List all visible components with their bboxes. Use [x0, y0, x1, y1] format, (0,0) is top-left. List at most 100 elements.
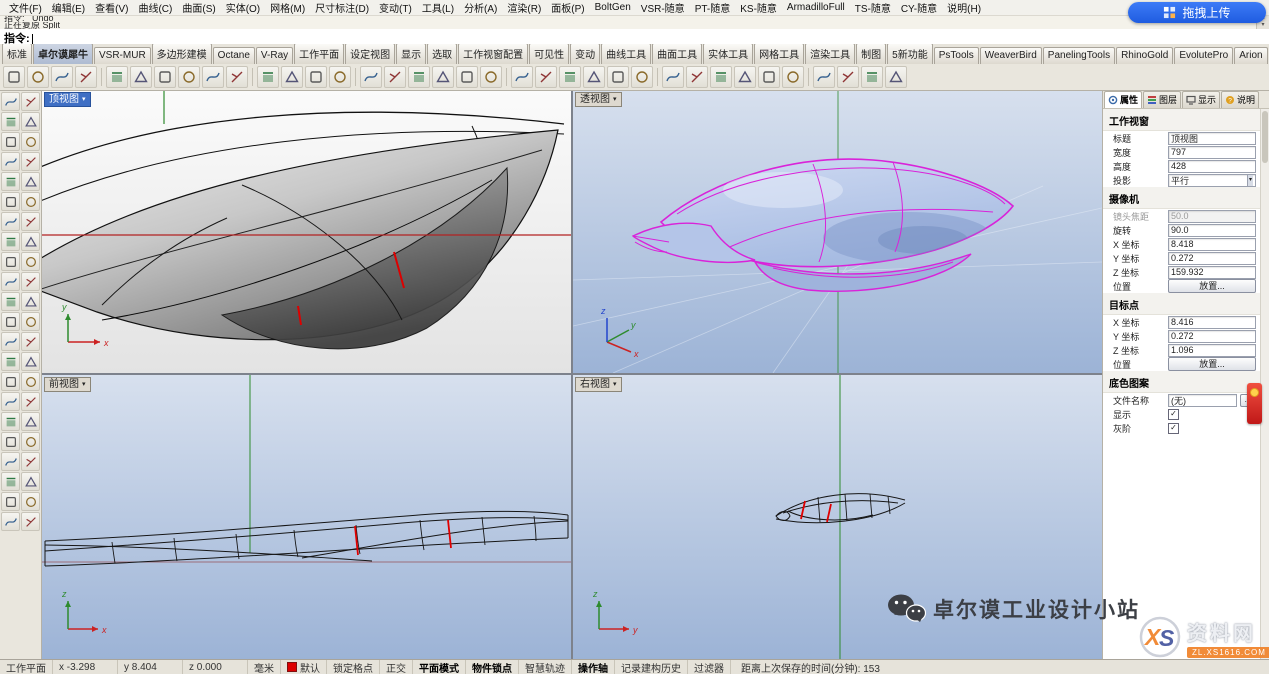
open-file-icon[interactable] — [27, 66, 49, 88]
menu-item[interactable]: 查看(V) — [90, 0, 133, 15]
menu-item[interactable]: PT-随意 — [690, 0, 736, 15]
toolbar-tab[interactable]: VSR-MUR — [94, 47, 151, 64]
menu-item[interactable]: 尺寸标注(D) — [310, 0, 374, 15]
viewport-label-perspective[interactable]: 透视图▾ — [575, 92, 622, 107]
viewport-perspective[interactable]: 透视图▾ — [573, 90, 1102, 373]
print-icon[interactable] — [75, 66, 97, 88]
viewport-label-top[interactable]: 顶视图▾ — [44, 92, 91, 107]
menu-item[interactable]: KS-随意 — [735, 0, 782, 15]
trim-tool-icon[interactable] — [21, 332, 40, 351]
toolbar-tab[interactable]: 工作平面 — [294, 44, 344, 64]
mirror-tool-icon[interactable] — [21, 412, 40, 431]
fillet-surface-icon[interactable] — [1, 312, 20, 331]
boolean-difference-icon[interactable] — [21, 452, 40, 471]
status-toggle[interactable]: 物件锁点 — [466, 660, 519, 674]
status-toggle[interactable]: 记录建构历史 — [615, 660, 688, 674]
control-point-curve-icon[interactable] — [1, 152, 20, 171]
paste-icon[interactable] — [154, 66, 176, 88]
toolbar-tab[interactable]: 渲染工具 — [805, 44, 855, 64]
orient-icon[interactable] — [21, 432, 40, 451]
toolbar-tab[interactable]: Arion — [1234, 47, 1267, 64]
status-toggle[interactable]: 锁定格点 — [327, 660, 380, 674]
toolbar-tab[interactable]: RhinoGold — [1116, 47, 1173, 64]
tab-help[interactable]: ? 说明 — [1221, 91, 1259, 108]
group-tool-icon[interactable] — [1, 492, 20, 511]
upload-button[interactable]: 拖拽上传 — [1128, 2, 1266, 23]
lock-icon[interactable] — [662, 66, 684, 88]
point-icon[interactable] — [1, 112, 20, 131]
menu-item[interactable]: 网格(M) — [265, 0, 310, 15]
value-field[interactable]: 1.096 — [1168, 344, 1256, 357]
menu-item[interactable]: VSR-随意 — [636, 0, 690, 15]
delete-icon[interactable] — [226, 66, 248, 88]
toolbar-tab[interactable]: 标准 — [2, 44, 32, 64]
revolve-icon[interactable] — [1, 292, 20, 311]
move-tool-icon[interactable] — [21, 372, 40, 391]
toolbar-tab[interactable]: WeaverBird — [980, 47, 1042, 64]
value-field[interactable]: 顶视图 — [1168, 132, 1256, 145]
viewport-front[interactable]: 前视图▾ — [42, 375, 571, 660]
toolbar-tab[interactable]: V-Ray — [256, 47, 293, 64]
explode-tool-icon[interactable] — [1, 372, 20, 391]
layer-manager-icon[interactable] — [686, 66, 708, 88]
blend-surface-icon[interactable] — [21, 312, 40, 331]
status-toggle[interactable]: 智慧轨迹 — [519, 660, 572, 674]
toolbar-tab[interactable]: 可见性 — [529, 44, 569, 64]
menu-item[interactable]: CY-随意 — [896, 0, 942, 15]
circle-icon[interactable] — [1, 172, 20, 191]
hide-icon[interactable] — [631, 66, 653, 88]
projection-select[interactable]: 平行▾ — [1168, 174, 1256, 187]
value-field[interactable]: 90.0 — [1168, 224, 1256, 237]
freeform-curve-icon[interactable] — [21, 212, 40, 231]
ellipse-icon[interactable] — [1, 192, 20, 211]
scrollbar-thumb[interactable] — [1262, 111, 1268, 163]
toolbar-tab[interactable]: 卓尔谟犀牛 — [33, 44, 93, 64]
cage-edit-icon[interactable] — [21, 472, 40, 491]
object-properties-icon[interactable] — [710, 66, 732, 88]
value-field[interactable]: 8.418 — [1168, 238, 1256, 251]
copy-tool-icon[interactable] — [1, 392, 20, 411]
help-icon[interactable] — [885, 66, 907, 88]
toolbar-tab[interactable]: 工作视窗配置 — [458, 44, 528, 64]
undo-icon[interactable] — [178, 66, 200, 88]
tab-display[interactable]: 显示 — [1182, 91, 1220, 108]
point-cloud-icon[interactable] — [21, 112, 40, 131]
cplane-button[interactable]: 工作平面 — [0, 660, 53, 674]
toolbar-tab[interactable]: 变动 — [570, 44, 600, 64]
toolbar-tab[interactable]: PsTools — [934, 47, 979, 64]
new-file-icon[interactable] — [3, 66, 25, 88]
menu-item[interactable]: TS-随意 — [850, 0, 896, 15]
explode-icon[interactable] — [607, 66, 629, 88]
toolbar-tab[interactable]: 5新功能 — [887, 44, 933, 64]
toolbar-tab[interactable]: 曲线工具 — [601, 44, 651, 64]
extrude-surface-icon[interactable] — [1, 252, 20, 271]
toolbar-tab[interactable]: 制图 — [856, 44, 886, 64]
hide-show-icon[interactable] — [21, 512, 40, 531]
lasso-select-icon[interactable] — [21, 92, 40, 111]
menu-item[interactable]: 编辑(E) — [47, 0, 90, 15]
scroll-down-icon[interactable]: ▾ — [1261, 22, 1264, 29]
scale-icon[interactable] — [456, 66, 478, 88]
copy-icon[interactable] — [130, 66, 152, 88]
viewport-label-right[interactable]: 右视图▾ — [575, 377, 622, 392]
split-tool-icon[interactable] — [1, 352, 20, 371]
status-toggle[interactable]: 平面模式 — [413, 660, 466, 674]
move-icon[interactable] — [384, 66, 406, 88]
value-field[interactable]: 428 — [1168, 160, 1256, 173]
dimension-icon[interactable] — [21, 492, 40, 511]
group-icon[interactable] — [583, 66, 605, 88]
text-object-icon[interactable] — [1, 512, 20, 531]
rotate-icon[interactable] — [432, 66, 454, 88]
menu-item[interactable]: 文件(F) — [4, 0, 47, 15]
status-toggle[interactable]: 操作轴 — [572, 660, 615, 674]
toolbar-tab[interactable]: EvolutePro — [1174, 47, 1233, 64]
toolbar-tab[interactable]: PanelingTools — [1043, 47, 1115, 64]
place-button[interactable]: 放置... — [1168, 357, 1256, 371]
grid-snap-icon[interactable] — [837, 66, 859, 88]
polygon-icon[interactable] — [1, 212, 20, 231]
value-field[interactable]: 8.416 — [1168, 316, 1256, 329]
menu-item[interactable]: 曲面(S) — [177, 0, 220, 15]
status-toggle[interactable]: 正交 — [380, 660, 413, 674]
interpolate-curve-icon[interactable] — [21, 152, 40, 171]
red-envelope-widget[interactable] — [1247, 383, 1262, 424]
